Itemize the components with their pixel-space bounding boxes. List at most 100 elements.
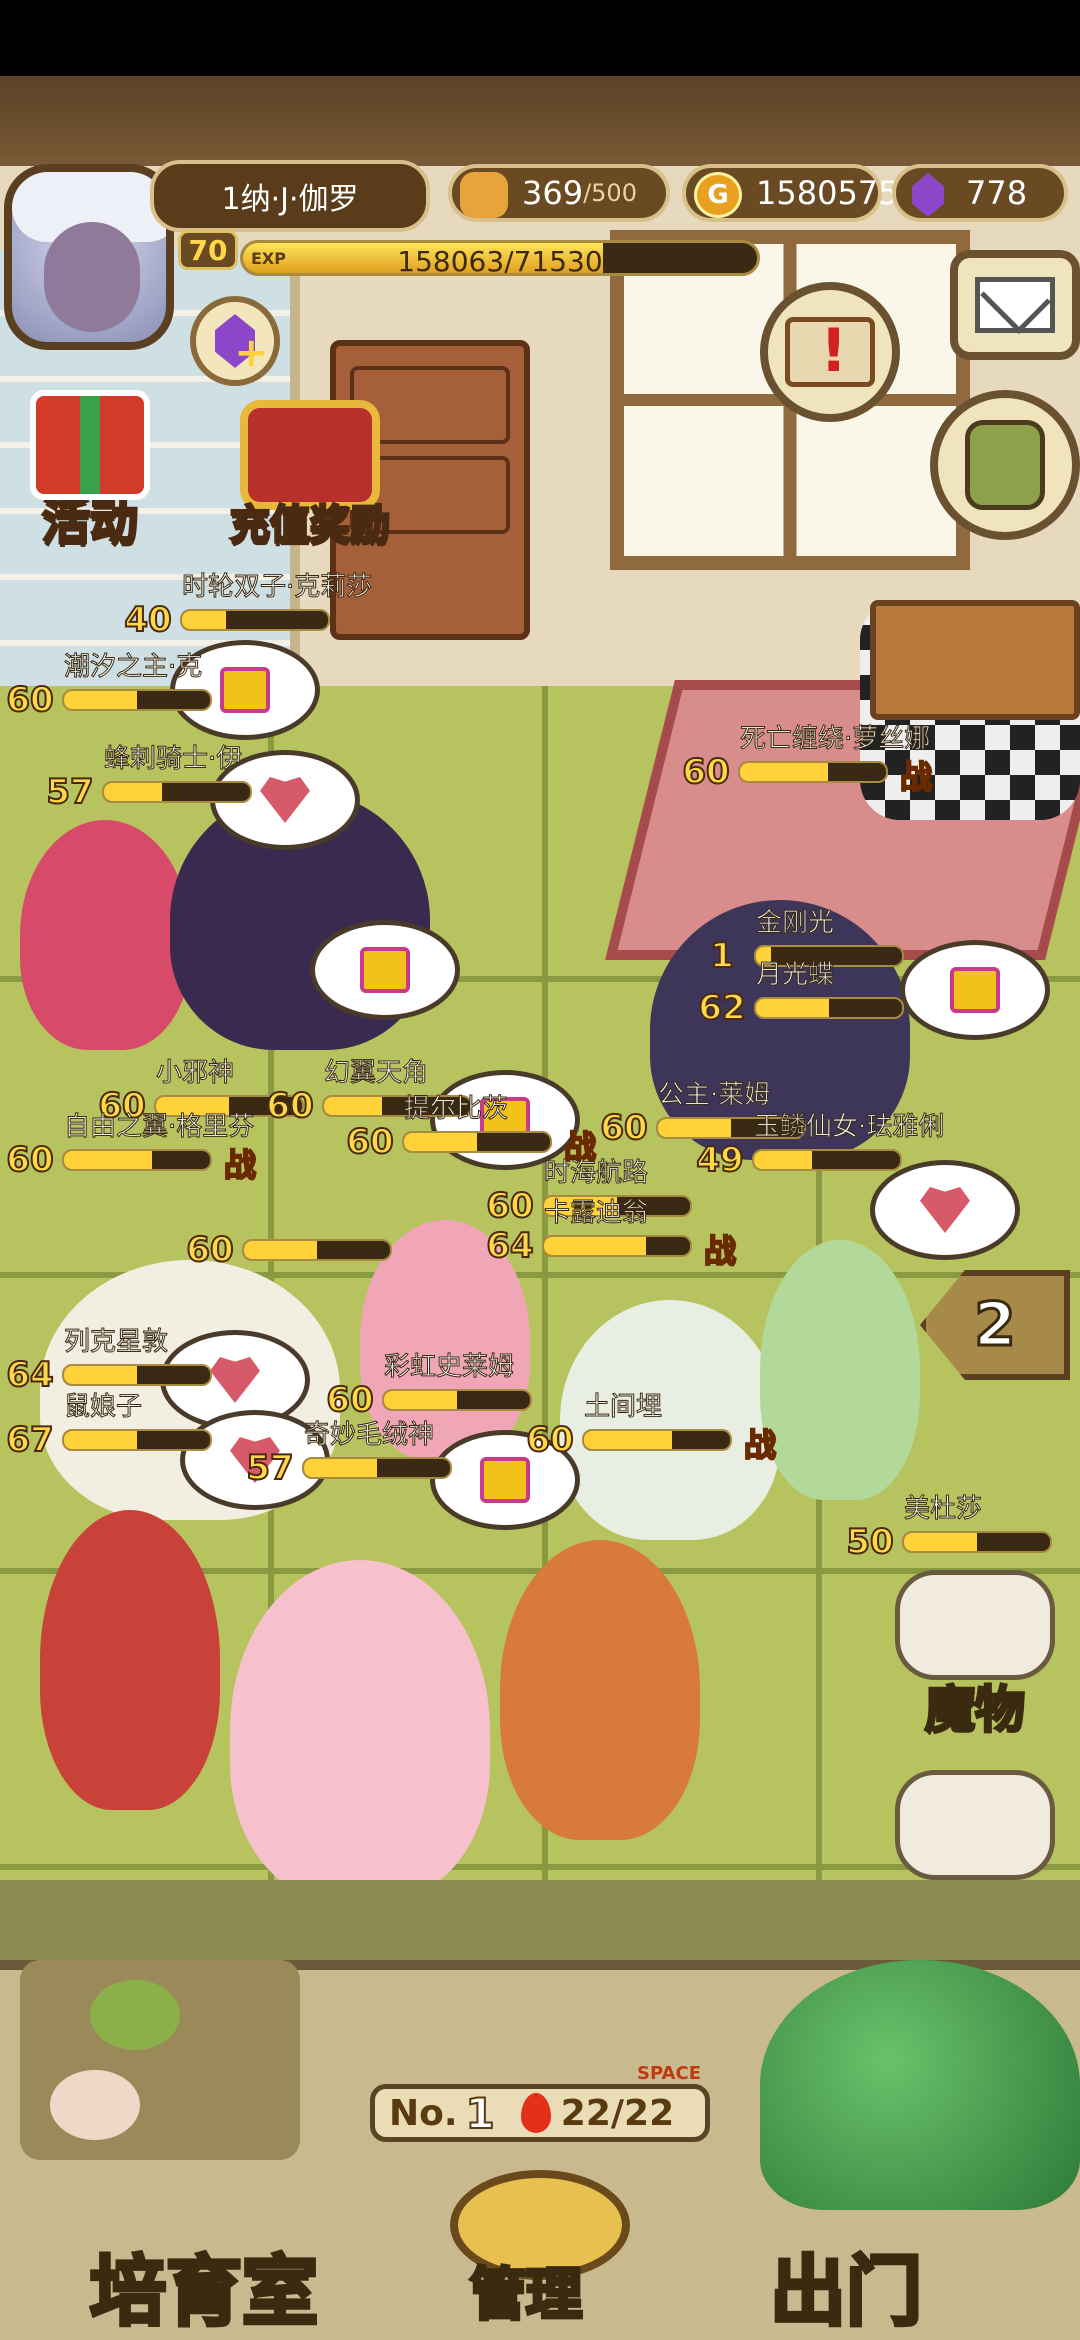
mail-button[interactable] (950, 250, 1080, 360)
nursery-button[interactable]: 培育室 (88, 2230, 320, 2340)
character-exp-fill (244, 1241, 317, 1259)
character-tag[interactable]: 60 提尔比茨战 (340, 1094, 597, 1168)
player-avatar[interactable] (4, 164, 174, 350)
plus-icon: + (234, 330, 268, 376)
character-exp-fill (904, 1533, 977, 1551)
character-exp-bar (180, 609, 330, 631)
gem-panel[interactable]: 778 (892, 164, 1068, 222)
monsters-button[interactable]: 魔物 (895, 1570, 1055, 1742)
gift-icon (480, 1457, 530, 1503)
character-name: 鼠娘子 (63, 1392, 143, 1423)
character-exp-fill (658, 1119, 731, 1137)
egg-icon (50, 2070, 140, 2140)
character-exp-fill (64, 1431, 137, 1449)
team-counter: No. 1 22/22 SPACE (370, 2063, 710, 2142)
character-sprite[interactable] (20, 820, 190, 1050)
character-exp-bar (242, 1239, 392, 1261)
character-level: 60 (5, 679, 54, 721)
character-exp-fill (404, 1133, 477, 1151)
space-label: SPACE (637, 2063, 701, 2084)
character-name: 奇妙毛绒神 (303, 1420, 435, 1451)
character-level: 60 (185, 1229, 234, 1271)
go-out-button[interactable]: 出门 (768, 2230, 924, 2340)
no-value: 1 (465, 2088, 496, 2139)
player-level: 70 (178, 230, 238, 270)
backpack-icon (965, 420, 1045, 510)
mail-icon (975, 277, 1055, 333)
player-exp-bar: EXP 158063/71530 (240, 240, 760, 276)
character-level: 60 (599, 1107, 648, 1149)
gem-value: 778 (966, 174, 1028, 212)
gift-icon (30, 390, 150, 500)
character-exp-fill (754, 1151, 813, 1169)
character-name: 彩虹史莱姆 (383, 1352, 515, 1383)
status-bar (0, 0, 1080, 76)
character-sprite[interactable] (40, 1510, 220, 1810)
character-tag[interactable]: 57 蜂刺骑士·伊 (40, 744, 252, 813)
gold-value: 1580575 (756, 174, 899, 212)
heart-icon (260, 777, 310, 823)
character-level: 60 (345, 1121, 394, 1163)
character-name: 蜂刺骑士·伊 (103, 744, 243, 775)
events-button[interactable]: 活动 (30, 390, 150, 552)
player-name-panel[interactable]: 1纳·J·伽罗 (150, 160, 430, 232)
character-name: 提尔比茨 (403, 1094, 509, 1125)
incubator-art (20, 1960, 300, 2160)
character-sprite[interactable] (230, 1560, 490, 1900)
character-name: 月光蝶 (755, 960, 835, 991)
character-sprite[interactable] (760, 1240, 920, 1500)
bread-icon (460, 172, 508, 218)
character-exp-bar (102, 781, 252, 803)
character-exp-fill (544, 1237, 647, 1255)
stamina-max: /500 (583, 179, 637, 207)
tree-art (760, 1960, 1080, 2210)
character-exp-bar (62, 1364, 212, 1386)
character-tag[interactable]: 67 鼠娘子 (0, 1392, 212, 1461)
character-tag[interactable]: 64 卡露迪翁战 (480, 1198, 737, 1272)
character-tag[interactable]: 40 时轮双子·克莉莎 (118, 572, 372, 642)
character-tag[interactable]: 62 月光蝶 (692, 960, 904, 1029)
character-tag[interactable]: 57 奇妙毛绒神 (240, 1420, 452, 1489)
character-level: 60 (265, 1085, 314, 1127)
character-name: 卡露迪翁 (543, 1198, 649, 1229)
character-level: 40 (123, 599, 172, 641)
character-tag[interactable]: 60 潮汐之主·克 (0, 652, 212, 721)
quest-scroll-button[interactable] (760, 282, 900, 422)
heart-icon (920, 1187, 970, 1233)
buy-gem-button[interactable]: + (190, 296, 280, 386)
gift-bubble[interactable] (310, 920, 460, 1020)
battle-marker: 战 (223, 1145, 257, 1185)
character-exp-bar (402, 1131, 552, 1153)
character-tag[interactable]: 60 自由之翼·格里芬战 (0, 1112, 257, 1186)
character-exp-fill (756, 999, 829, 1017)
character-tag[interactable]: 49 玉鳞仙女·珐雅俐 (690, 1112, 944, 1182)
character-name: 金刚光 (755, 908, 835, 939)
recharge-reward-button[interactable]: 充值奖励 (229, 400, 392, 550)
no-label: No. (389, 2092, 458, 2134)
gold-panel[interactable]: G 1580575 (682, 164, 899, 222)
character-level: 1 (709, 935, 735, 977)
gift-icon (360, 947, 410, 993)
character-tag[interactable]: 60 死亡缠绕·萝丝娜战 (676, 724, 933, 798)
character-tag[interactable]: 50 美杜莎 (840, 1494, 1052, 1563)
avatar-face (44, 222, 140, 332)
gift-bubble[interactable] (900, 940, 1050, 1040)
character-tag[interactable]: 60 (180, 1229, 392, 1271)
floor-rail (0, 1880, 1080, 1960)
battle-marker: 战 (899, 757, 933, 797)
manage-button[interactable]: 管理 (468, 2250, 584, 2331)
recharge-label: 充值奖励 (229, 501, 392, 550)
bag-button[interactable] (930, 390, 1080, 540)
character-exp-bar (62, 1429, 212, 1451)
character-name: 土间埋 (583, 1392, 663, 1423)
character-level: 57 (245, 1447, 294, 1489)
heart-icon (210, 1357, 260, 1403)
stamina-panel[interactable]: 369 /500 (448, 164, 670, 222)
character-exp-bar (754, 997, 904, 1019)
character-name: 玉鳞仙女·珐雅俐 (753, 1112, 945, 1143)
character-tag[interactable]: 60 土间埋战 (520, 1392, 777, 1466)
character-sprite[interactable] (500, 1540, 700, 1840)
game-screen: 1纳·J·伽罗 70 EXP 158063/71530 369 /500 G 1… (0, 0, 1080, 2340)
character-level: 60 (681, 751, 730, 793)
character-level: 60 (5, 1139, 54, 1181)
